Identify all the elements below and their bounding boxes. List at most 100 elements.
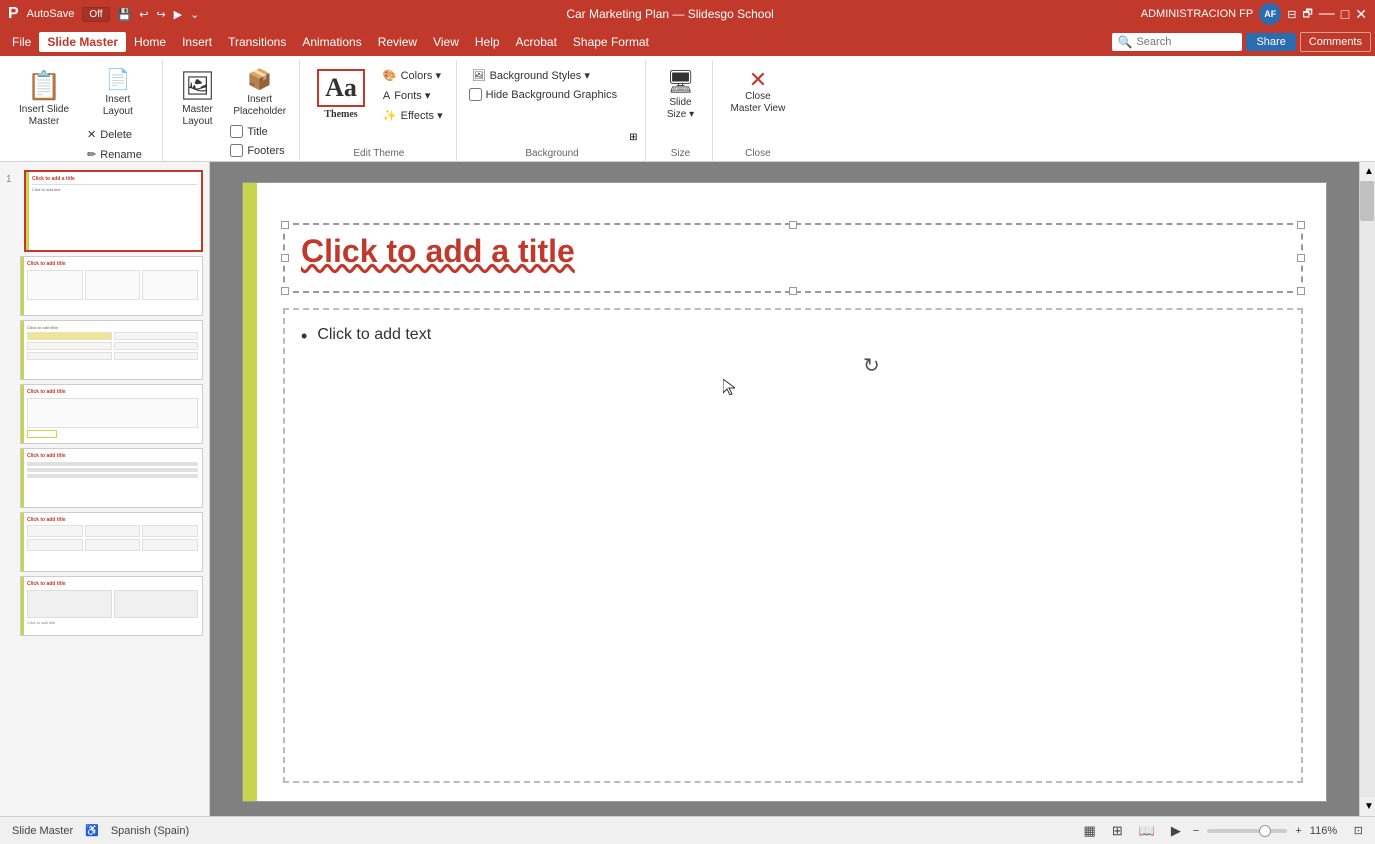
language-label[interactable]: Spanish (Spain) [111, 825, 189, 837]
slide-panel[interactable]: 1 Click to add a title Click to add text… [0, 162, 210, 816]
background-styles-button[interactable]: 🖼 Background Styles ▾ [465, 66, 621, 85]
customize-icon[interactable]: ⌄ [190, 8, 199, 21]
slide-img-3[interactable]: Click to edit title [20, 320, 203, 380]
scroll-thumb[interactable] [1360, 181, 1374, 221]
background-styles-icon: 🖼 [472, 69, 486, 82]
menu-help[interactable]: Help [467, 32, 508, 52]
slide-thumb-1[interactable]: 1 Click to add a title Click to add text [6, 170, 203, 252]
themes-icon: Aa [317, 69, 365, 107]
handle-tr[interactable] [1297, 221, 1305, 229]
delete-button[interactable]: ✕ Delete [80, 125, 156, 144]
background-dialog-launcher[interactable]: ⊞ [627, 130, 639, 145]
scroll-track[interactable] [1360, 181, 1375, 797]
handle-ml[interactable] [281, 254, 289, 262]
present-icon[interactable]: ▶ [174, 8, 182, 21]
slide-img-7[interactable]: Click to add title Click to add title [20, 576, 203, 636]
ribbon-group-close: ✕ CloseMaster View Close [715, 60, 800, 161]
insert-placeholder-button[interactable]: 📦 InsertPlaceholder [226, 64, 293, 121]
hide-bg-checkbox-row[interactable]: Hide Background Graphics [465, 86, 621, 103]
handle-tm[interactable] [789, 221, 797, 229]
hide-bg-checkbox[interactable] [469, 88, 482, 101]
handle-bm[interactable] [789, 287, 797, 295]
slide-img-5[interactable]: Click to add title [20, 448, 203, 508]
accessibility-icon[interactable]: ♿ [85, 824, 99, 837]
fit-slide-button[interactable]: ⊡ [1354, 824, 1363, 837]
colors-button[interactable]: 🎨 Colors ▾ [376, 66, 450, 85]
menu-insert[interactable]: Insert [174, 32, 220, 52]
handle-mr[interactable] [1297, 254, 1305, 262]
title-placeholder[interactable]: Click to add a title [283, 223, 1303, 293]
zoom-slider[interactable] [1207, 829, 1287, 833]
slide-img-2[interactable]: Click to add title [20, 256, 203, 316]
slide-sorter-button[interactable]: ⊞ [1108, 821, 1127, 841]
search-box[interactable]: 🔍 [1112, 33, 1243, 51]
insert-slide-master-button[interactable]: 📋 Insert SlideMaster [10, 64, 78, 133]
menu-shape-format[interactable]: Shape Format [565, 32, 657, 52]
menu-file[interactable]: File [4, 32, 39, 52]
menu-transitions[interactable]: Transitions [220, 32, 294, 52]
effects-button[interactable]: ✨ Effects ▾ [376, 106, 450, 125]
close-master-view-button[interactable]: ✕ CloseMaster View [721, 64, 794, 120]
menu-home[interactable]: Home [126, 32, 174, 52]
size-content: 🖥 SlideSize ▾ [654, 60, 706, 145]
title-checkbox[interactable] [230, 125, 243, 138]
menu-acrobat[interactable]: Acrobat [508, 32, 565, 52]
content-placeholder[interactable]: • Click to add text [283, 308, 1303, 783]
handle-tl[interactable] [281, 221, 289, 229]
title-text[interactable]: Click to add a title [285, 225, 1301, 278]
ribbon-toggle-icon[interactable]: ⊟ [1287, 8, 1296, 21]
handle-br[interactable] [1297, 287, 1305, 295]
slide-img-1[interactable]: Click to add a title Click to add text [24, 170, 203, 252]
slide-thumb-2[interactable]: Click to add title [20, 256, 203, 316]
canvas-area[interactable]: ↻ Click to add a title • Click to add te… [210, 162, 1359, 816]
reading-view-button[interactable]: 📖 [1135, 821, 1159, 841]
menu-view[interactable]: View [425, 32, 467, 52]
menu-review[interactable]: Review [370, 32, 425, 52]
slide-thumb-7[interactable]: Click to add title Click to add title [20, 576, 203, 636]
slide-size-button[interactable]: 🖥 SlideSize ▾ [654, 64, 706, 126]
redo-icon[interactable]: ↪ [156, 8, 165, 21]
menu-bar: File Slide Master Home Insert Transition… [0, 28, 1375, 56]
autosave-button[interactable]: Off [82, 7, 109, 22]
footers-checkbox[interactable] [230, 144, 243, 157]
minimize-icon[interactable]: — [1319, 5, 1335, 23]
restore-icon[interactable]: 🗗 [1302, 5, 1312, 24]
close-label: Close [721, 145, 794, 161]
menu-animations[interactable]: Animations [294, 32, 369, 52]
slide-thumb-4[interactable]: Click to add title [20, 384, 203, 444]
title-checkbox-row[interactable]: Title [226, 123, 293, 140]
normal-view-button[interactable]: ▦ [1080, 821, 1100, 841]
maximize-icon[interactable]: □ [1341, 6, 1349, 22]
slide-thumb-5[interactable]: Click to add title [20, 448, 203, 508]
slide-thumb-3[interactable]: Click to edit title [20, 320, 203, 380]
search-input[interactable] [1136, 36, 1236, 48]
slide-thumb-6[interactable]: Click to add title [20, 512, 203, 572]
slide-img-6[interactable]: Click to add title [20, 512, 203, 572]
master-layout-button[interactable]: 🖼 MasterLayout [171, 64, 225, 133]
themes-button[interactable]: Aa Themes [308, 64, 374, 125]
zoom-level[interactable]: 116% [1310, 825, 1346, 837]
save-icon[interactable]: 💾 [118, 8, 132, 21]
fonts-button[interactable]: A Fonts ▾ [376, 86, 450, 105]
zoom-in-button[interactable]: + [1295, 825, 1301, 837]
undo-icon[interactable]: ↩ [139, 8, 148, 21]
scroll-up-arrow[interactable]: ▲ [1360, 162, 1375, 181]
menu-slide-master[interactable]: Slide Master [39, 32, 126, 52]
close-content: ✕ CloseMaster View [721, 60, 794, 145]
right-scrollbar[interactable]: ▲ ▼ [1359, 162, 1375, 816]
close-icon[interactable]: ✕ [1355, 6, 1367, 23]
hide-bg-label: Hide Background Graphics [486, 89, 617, 101]
share-button[interactable]: Share [1246, 33, 1295, 51]
background-styles-label: Background Styles ▾ [490, 69, 590, 82]
insert-layout-button[interactable]: 📄 InsertLayout [80, 64, 156, 121]
slide-img-4[interactable]: Click to add title [20, 384, 203, 444]
close-master-label: CloseMaster View [730, 91, 785, 115]
comments-button[interactable]: Comments [1300, 32, 1371, 52]
thumb-title-6: Click to add title [27, 517, 198, 523]
zoom-out-button[interactable]: − [1193, 825, 1199, 837]
presenter-view-button[interactable]: ▶ [1167, 821, 1185, 841]
zoom-thumb[interactable] [1259, 825, 1271, 837]
handle-bl[interactable] [281, 287, 289, 295]
scroll-down-arrow[interactable]: ▼ [1360, 797, 1375, 816]
footers-checkbox-row[interactable]: Footers [226, 142, 293, 159]
